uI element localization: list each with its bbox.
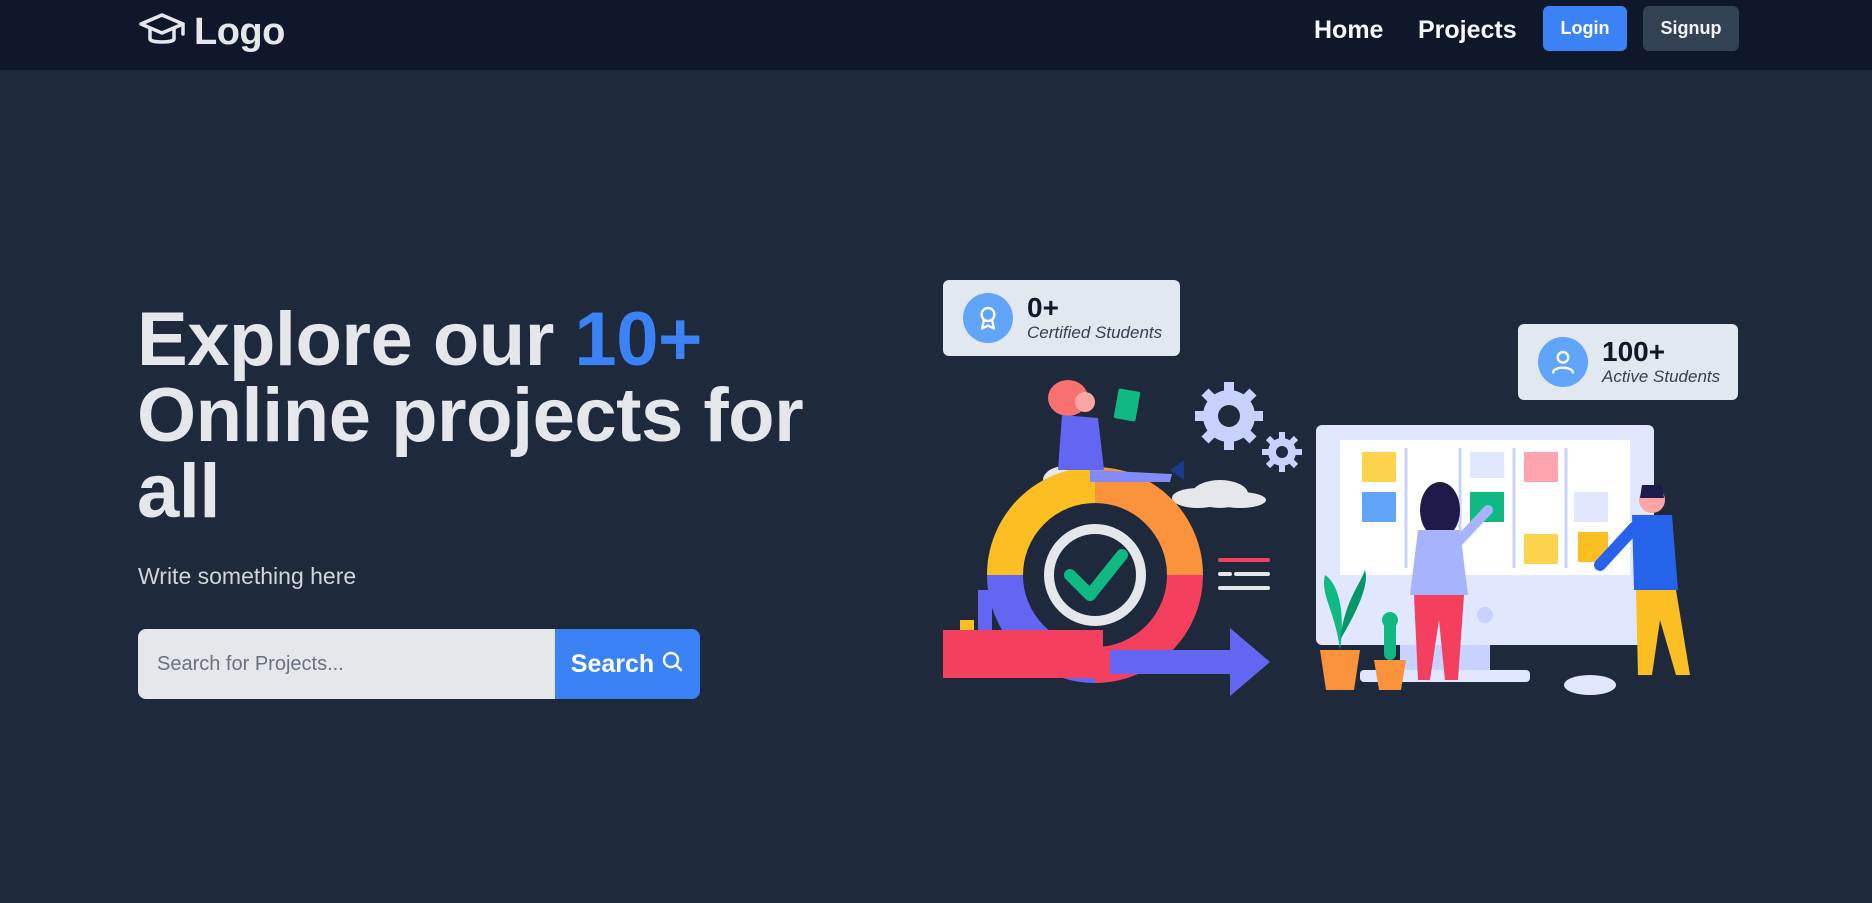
- search-input[interactable]: [138, 629, 555, 699]
- hero-title-part2: Online projects for all: [137, 373, 804, 534]
- search-icon: [660, 649, 684, 680]
- stat-card-certified: 0+ Certified Students: [943, 280, 1180, 356]
- person-reading: [1048, 380, 1184, 482]
- graduation-cap-icon: [138, 10, 186, 55]
- stat-value: 0+: [1027, 292, 1059, 323]
- stat-text-certified: 0+ Certified Students: [1027, 293, 1162, 343]
- hero-title: Explore our 10+ Online projects for all: [137, 302, 857, 530]
- stat-value: 100+: [1602, 336, 1666, 367]
- search-button[interactable]: Search: [555, 629, 700, 699]
- logo-text: Logo: [194, 10, 285, 53]
- nav-link-home[interactable]: Home: [1314, 13, 1383, 47]
- hero-subtitle: Write something here: [138, 563, 357, 589]
- stat-label: Certified Students: [1027, 323, 1163, 342]
- gear-small-icon: [1262, 432, 1302, 472]
- hero-title-part1: Explore our: [137, 297, 575, 382]
- logo[interactable]: Logo: [138, 10, 285, 54]
- nav-link-projects[interactable]: Projects: [1418, 13, 1517, 47]
- search-bar: Search: [138, 629, 700, 699]
- login-button[interactable]: Login: [1543, 6, 1627, 51]
- search-button-label: Search: [570, 649, 655, 678]
- gear-icon: [1195, 382, 1263, 450]
- hero-illustration: [940, 370, 1700, 710]
- navbar: Logo Home Projects Login Signup: [0, 0, 1872, 70]
- hero-title-accent: 10+: [574, 297, 702, 382]
- signup-button[interactable]: Signup: [1643, 6, 1739, 51]
- award-ribbon-icon: [963, 293, 1013, 343]
